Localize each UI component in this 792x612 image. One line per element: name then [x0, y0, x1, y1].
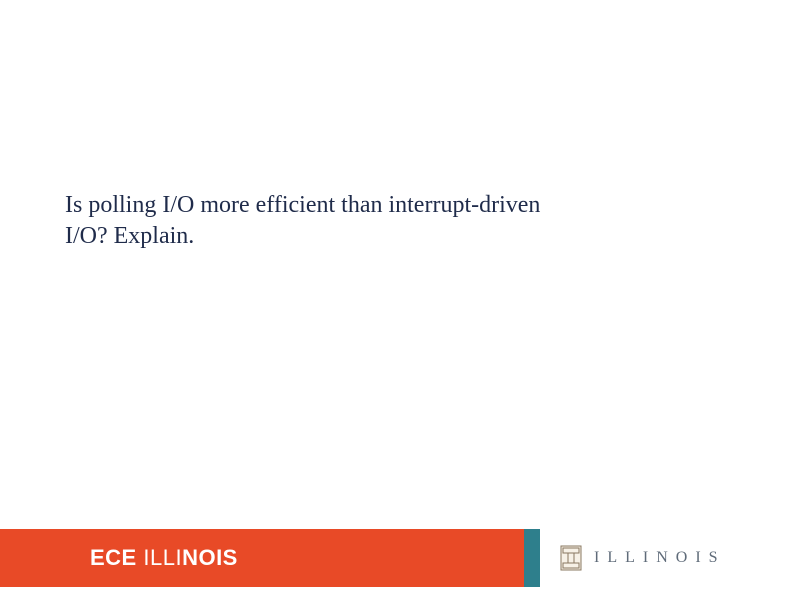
dept-prefix: ECE	[90, 545, 143, 570]
footer-right-block: ILLINOIS	[540, 529, 792, 587]
dept-wordmark: ECE ILLINOIS	[90, 545, 238, 571]
slide-root: Is polling I/O more efficient than inter…	[0, 0, 792, 612]
university-wordmark: ILLINOIS	[594, 549, 726, 567]
block-i-icon	[560, 545, 582, 571]
footer-bar: ECE ILLINOIS ILLINOIS	[0, 529, 792, 587]
dept-thin: ILLI	[143, 545, 182, 570]
footer-teal-accent	[524, 529, 540, 587]
question-text: Is polling I/O more efficient than inter…	[65, 190, 545, 252]
footer-orange-block: ECE ILLINOIS	[0, 529, 524, 587]
dept-bold: NOIS	[182, 545, 238, 570]
